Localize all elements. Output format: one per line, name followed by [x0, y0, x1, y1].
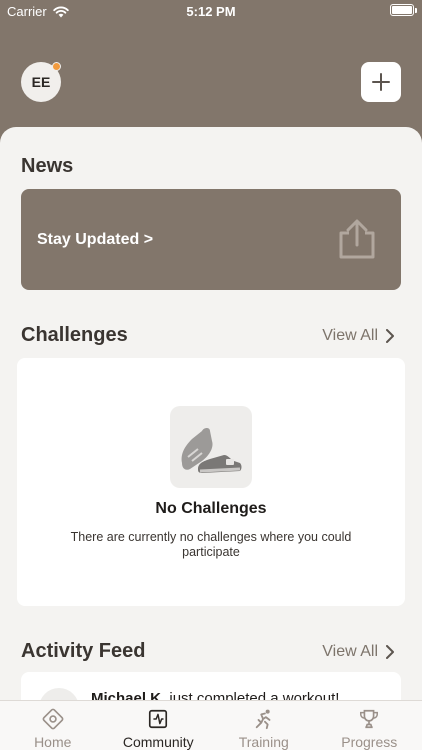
- no-challenges-description: There are currently no challenges where …: [70, 530, 352, 559]
- tab-bar: Home Community Training Progress: [0, 700, 422, 750]
- plus-icon: [372, 73, 390, 91]
- activity-feed-title: Activity Feed: [21, 640, 146, 662]
- activity-feed-item[interactable]: Michael K. just completed a workout!: [21, 672, 401, 700]
- activity-feed-view-all-label: View All: [322, 643, 378, 660]
- chevron-right-icon: [386, 645, 394, 659]
- add-button[interactable]: [361, 62, 401, 102]
- training-icon: [255, 709, 271, 730]
- battery-icon: [390, 4, 417, 16]
- challenges-view-all-label: View All: [322, 327, 378, 344]
- notification-dot: [52, 62, 61, 71]
- feed-item-user: Michael K.: [91, 690, 166, 700]
- tab-training[interactable]: Training: [211, 701, 317, 750]
- news-card-label: Stay Updated >: [37, 231, 154, 248]
- tab-community[interactable]: Community: [106, 701, 212, 750]
- tab-community-label: Community: [122, 734, 194, 750]
- tab-progress-label: Progress: [341, 734, 398, 750]
- news-title: News: [21, 155, 74, 177]
- challenges-view-all[interactable]: View All: [322, 327, 394, 345]
- tab-home[interactable]: Home: [0, 701, 106, 750]
- trophy-icon: [360, 709, 379, 729]
- sneakers-icon: [181, 428, 242, 473]
- tab-training-label: Training: [238, 734, 289, 750]
- news-card[interactable]: Stay Updated >: [21, 189, 401, 290]
- profile-avatar[interactable]: EE: [21, 62, 61, 102]
- feed-item-avatar: [39, 688, 79, 700]
- feed-item-text: Michael K. just completed a workout!: [91, 690, 339, 700]
- community-icon: [149, 709, 168, 729]
- status-bar: Carrier 5:12 PM: [0, 0, 422, 22]
- content-sheet: News Stay Updated > Challenges View All …: [0, 127, 422, 700]
- challenges-card: No Challenges There are currently no cha…: [17, 358, 405, 606]
- challenges-title: Challenges: [21, 324, 128, 346]
- avatar-initials: EE: [31, 74, 51, 90]
- feed-item-message: just completed a workout!: [165, 690, 340, 700]
- chevron-right-icon: [386, 329, 394, 343]
- status-time: 5:12 PM: [186, 4, 236, 19]
- home-icon: [42, 708, 64, 730]
- no-challenges-title: No Challenges: [155, 500, 267, 517]
- tab-home-label: Home: [34, 734, 72, 750]
- share-icon: [339, 219, 375, 259]
- activity-feed-view-all[interactable]: View All: [322, 643, 394, 661]
- shoes-illustration: [170, 406, 252, 488]
- tab-progress[interactable]: Progress: [317, 701, 422, 750]
